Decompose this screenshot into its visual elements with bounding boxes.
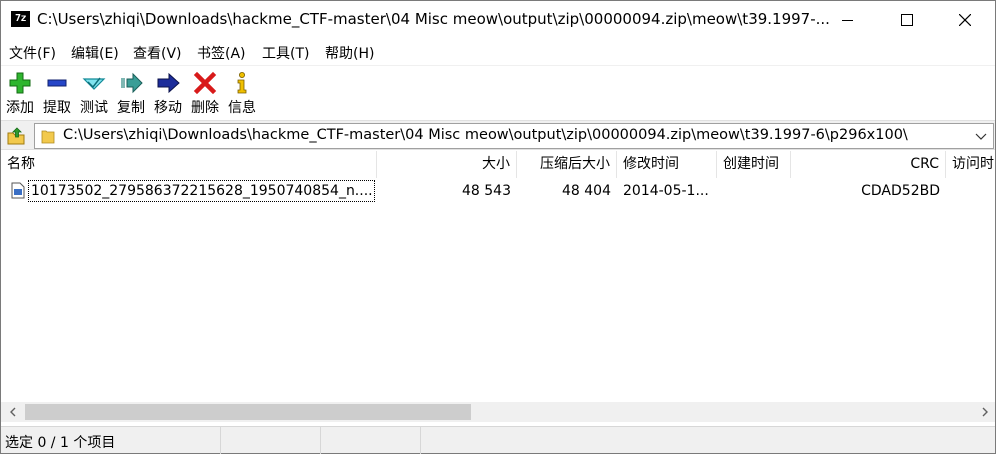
check-icon xyxy=(82,77,106,90)
app-window: 7z C:\Users\zhiqi\Downloads\hackme_CTF-m… xyxy=(0,0,996,454)
test-button[interactable]: 测试 xyxy=(77,66,111,120)
column-header-accessed[interactable]: 访问时 xyxy=(946,151,995,178)
address-path[interactable]: C:\Users\zhiqi\Downloads\hackme_CTF-mast… xyxy=(63,127,908,143)
scroll-left-button[interactable] xyxy=(3,402,23,422)
file-packed-size-cell: 48 404 xyxy=(562,183,611,199)
column-label-name: 名称 xyxy=(7,156,35,172)
address-combobox[interactable]: C:\Users\zhiqi\Downloads\hackme_CTF-mast… xyxy=(34,123,994,149)
column-label-size: 大小 xyxy=(482,156,510,172)
focus-rectangle xyxy=(28,180,375,202)
file-accessed-cell xyxy=(946,179,995,203)
extract-button[interactable]: 提取 xyxy=(40,66,74,120)
menu-file[interactable]: 文件(F) xyxy=(9,43,56,63)
scroll-track[interactable] xyxy=(25,404,973,420)
column-label-packed-size: 压缩后大小 xyxy=(540,156,610,172)
window-title: C:\Users\zhiqi\Downloads\hackme_CTF-mast… xyxy=(37,10,830,28)
file-list[interactable]: 名称 大小 压缩后大小 修改时间 创建时间 CRC 访问时 10173502_2… xyxy=(1,151,995,401)
scroll-right-button[interactable] xyxy=(975,402,995,422)
file-crc-cell: CDAD52BD xyxy=(861,183,940,199)
move-button[interactable]: 移动 xyxy=(151,66,185,120)
info-label: 信息 xyxy=(228,100,256,116)
column-header-packed-size[interactable]: 压缩后大小 xyxy=(517,151,617,178)
minus-icon xyxy=(47,79,67,87)
status-selection-text: 选定 0 / 1 个项目 xyxy=(5,435,116,451)
status-pane-3 xyxy=(321,427,421,454)
status-pane-4 xyxy=(421,427,995,454)
add-label: 添加 xyxy=(6,100,34,116)
delete-label: 删除 xyxy=(191,100,219,116)
menu-view[interactable]: 查看(V) xyxy=(133,43,182,63)
folder-icon xyxy=(41,130,55,144)
title-bar[interactable]: 7z C:\Users\zhiqi\Downloads\hackme_CTF-m… xyxy=(1,1,995,39)
copy-label: 复制 xyxy=(117,100,145,116)
maximize-button[interactable] xyxy=(877,1,935,39)
column-header-size[interactable]: 大小 xyxy=(377,151,517,178)
menu-bar: 文件(F) 编辑(E) 查看(V) 书签(A) 工具(T) 帮助(H) xyxy=(1,39,995,64)
delete-x-icon xyxy=(193,71,217,95)
info-button[interactable]: 信息 xyxy=(225,66,259,120)
test-label: 测试 xyxy=(80,100,108,116)
status-selection-pane: 选定 0 / 1 个项目 xyxy=(1,427,221,454)
move-arrow-icon xyxy=(157,72,180,94)
close-button[interactable] xyxy=(936,1,994,39)
column-header-crc[interactable]: CRC xyxy=(791,151,946,178)
plus-icon xyxy=(9,72,31,94)
menu-bookmarks[interactable]: 书签(A) xyxy=(197,43,246,63)
file-size-cell: 48 543 xyxy=(462,183,511,199)
add-button[interactable]: 添加 xyxy=(3,66,37,120)
move-label: 移动 xyxy=(154,100,182,116)
chevron-down-icon xyxy=(975,133,987,140)
copy-button[interactable]: 复制 xyxy=(114,66,148,120)
up-folder-button[interactable] xyxy=(5,125,27,147)
column-label-modified: 修改时间 xyxy=(623,156,679,172)
close-icon xyxy=(959,14,971,26)
column-label-created: 创建时间 xyxy=(723,156,779,172)
chevron-left-icon xyxy=(10,407,16,417)
column-header-created[interactable]: 创建时间 xyxy=(717,151,791,178)
app-7zip-icon[interactable]: 7z xyxy=(11,11,30,27)
menu-edit[interactable]: 编辑(E) xyxy=(71,43,119,63)
scroll-thumb[interactable] xyxy=(25,404,471,420)
delete-button[interactable]: 删除 xyxy=(188,66,222,120)
file-created-cell xyxy=(717,179,791,203)
folder-up-icon xyxy=(7,127,25,145)
copy-arrow-icon xyxy=(121,72,143,94)
image-file-icon xyxy=(11,182,25,199)
address-bar-row: C:\Users\zhiqi\Downloads\hackme_CTF-mast… xyxy=(1,120,995,150)
column-label-accessed: 访问时 xyxy=(952,156,994,172)
column-header-name[interactable]: 名称 xyxy=(1,151,377,178)
minimize-button[interactable] xyxy=(819,1,877,39)
file-modified-cell: 2014-05-1... xyxy=(623,183,709,199)
status-bar: 选定 0 / 1 个项目 xyxy=(1,426,995,454)
menu-help[interactable]: 帮助(H) xyxy=(325,43,374,63)
column-header-modified[interactable]: 修改时间 xyxy=(617,151,717,178)
address-dropdown-button[interactable] xyxy=(971,125,991,147)
horizontal-scrollbar[interactable] xyxy=(1,402,995,422)
info-icon xyxy=(237,72,247,94)
toolbar: 添加 提取 测试 复制 移动 删除 信息 xyxy=(1,65,995,119)
extract-label: 提取 xyxy=(43,100,71,116)
column-label-crc: CRC xyxy=(910,156,939,172)
status-pane-2 xyxy=(221,427,321,454)
menu-tools[interactable]: 工具(T) xyxy=(262,43,309,63)
chevron-right-icon xyxy=(982,407,988,417)
